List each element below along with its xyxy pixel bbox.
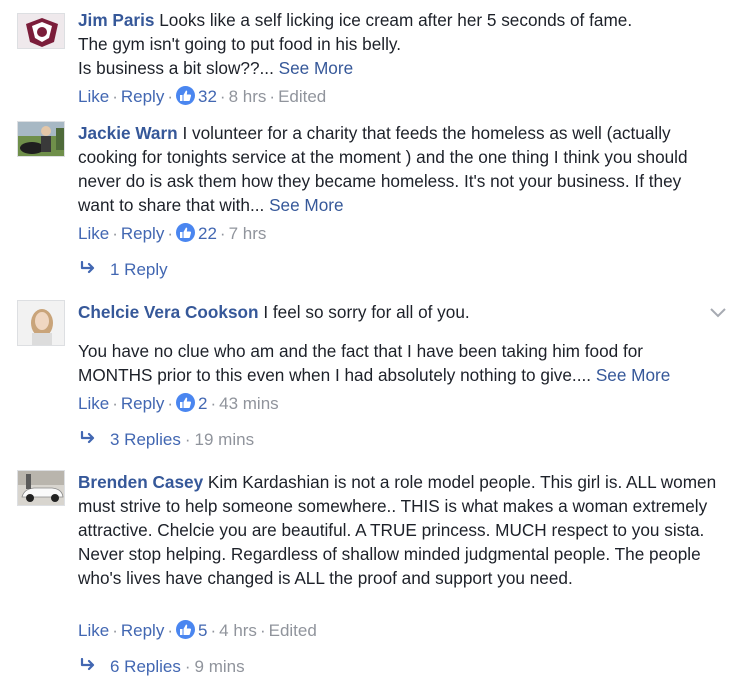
reply-arrow-icon [80, 655, 110, 679]
edited-label[interactable]: Edited [278, 87, 326, 106]
avatar[interactable] [17, 300, 65, 346]
reply-button[interactable]: Reply [121, 224, 164, 243]
comment-body: Chelcie Vera Cookson I feel so sorry for… [78, 300, 718, 387]
reply-button[interactable]: Reply [121, 87, 164, 106]
see-more-link[interactable]: See More [596, 365, 671, 385]
comment-time[interactable]: 7 hrs [229, 224, 267, 243]
separator: · [112, 224, 118, 243]
comment-body: Jackie Warn I volunteer for a charity th… [78, 121, 718, 217]
comment-time[interactable]: 43 mins [219, 394, 279, 413]
separator: · [184, 657, 191, 676]
comment-actions: Like · Reply · 32 · 8 hrs · Edited [78, 85, 326, 109]
like-button[interactable]: Like [78, 224, 109, 243]
comment-body: Brenden Casey Kim Kardashian is not a ro… [78, 470, 718, 590]
replies-time[interactable]: 9 mins [195, 657, 245, 676]
replies-count[interactable]: 1 Reply [110, 260, 168, 279]
separator: · [112, 394, 118, 413]
see-more-link[interactable]: See More [279, 58, 354, 78]
avatar[interactable] [17, 470, 65, 506]
replies-link[interactable]: 1 Reply [80, 258, 168, 282]
comment-author[interactable]: Jim Paris [78, 10, 154, 30]
separator: · [167, 621, 173, 640]
replies-link[interactable]: 6 Replies · 9 mins [80, 655, 245, 679]
comment-actions: Like · Reply · 5 · 4 hrs · Edited [78, 619, 317, 643]
comment-time[interactable]: 4 hrs [219, 621, 257, 640]
avatar[interactable] [17, 121, 65, 157]
separator: · [210, 394, 217, 413]
separator: · [259, 621, 266, 640]
separator: · [184, 430, 191, 449]
reply-arrow-icon [80, 428, 110, 452]
reply-arrow-icon [80, 258, 110, 282]
comment-actions: Like · Reply · 22 · 7 hrs [78, 222, 266, 246]
comment-text: You have no clue who am and the fact tha… [78, 341, 644, 385]
separator: · [112, 87, 118, 106]
like-button[interactable]: Like [78, 394, 109, 413]
replies-count[interactable]: 6 Replies [110, 657, 181, 676]
separator: · [219, 224, 226, 243]
replies-link[interactable]: 3 Replies · 19 mins [80, 428, 254, 452]
comment-text-line: I feel so sorry for all of you. [263, 302, 470, 322]
separator: · [269, 87, 276, 106]
comment-author[interactable]: Brenden Casey [78, 472, 203, 492]
reply-button[interactable]: Reply [121, 394, 164, 413]
reaction-count[interactable]: 32 [198, 87, 217, 106]
separator: · [167, 224, 173, 243]
thumbs-up-icon[interactable] [176, 223, 195, 242]
comment-text-line: The gym isn't going to put food in his b… [78, 34, 402, 54]
thumbs-up-icon[interactable] [176, 620, 195, 639]
edited-label[interactable]: Edited [269, 621, 317, 640]
like-button[interactable]: Like [78, 621, 109, 640]
comment-text-line: Looks like a self licking ice cream afte… [159, 10, 633, 30]
avatar[interactable] [17, 13, 65, 49]
reaction-count[interactable]: 22 [198, 224, 217, 243]
separator: · [112, 621, 118, 640]
replies-time[interactable]: 19 mins [195, 430, 255, 449]
comment-body: Jim Paris Looks like a self licking ice … [78, 8, 718, 80]
thumbs-up-icon[interactable] [176, 86, 195, 105]
comment-author[interactable]: Chelcie Vera Cookson [78, 302, 259, 322]
reply-button[interactable]: Reply [121, 621, 164, 640]
comment-text-line: Is business a bit slow??... [78, 58, 274, 78]
separator: · [167, 394, 173, 413]
like-button[interactable]: Like [78, 87, 109, 106]
comment-actions: Like · Reply · 2 · 43 mins [78, 392, 279, 416]
separator: · [167, 87, 173, 106]
comment-time[interactable]: 8 hrs [229, 87, 267, 106]
separator: · [219, 87, 226, 106]
see-more-link[interactable]: See More [269, 195, 344, 215]
separator: · [210, 621, 217, 640]
comment-author[interactable]: Jackie Warn [78, 123, 178, 143]
replies-count[interactable]: 3 Replies [110, 430, 181, 449]
thumbs-up-icon[interactable] [176, 393, 195, 412]
